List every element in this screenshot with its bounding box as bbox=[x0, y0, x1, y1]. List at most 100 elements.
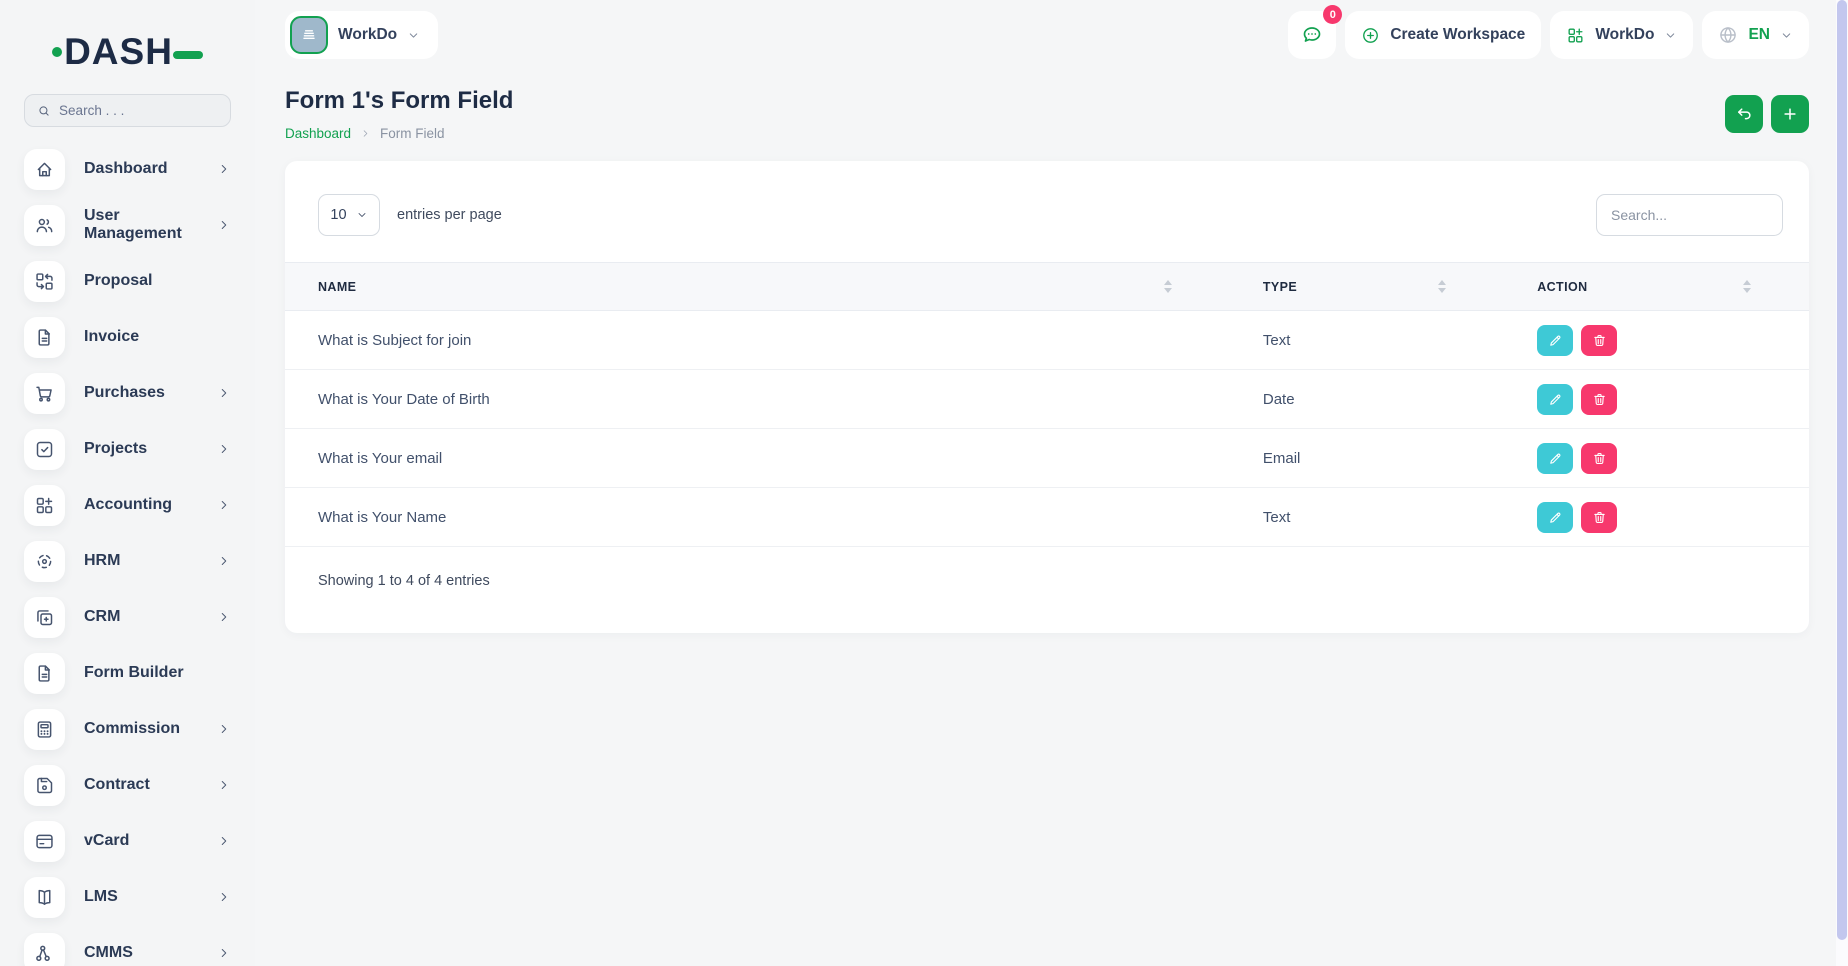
sidebar-search-input[interactable] bbox=[59, 103, 218, 118]
trash-icon bbox=[1592, 333, 1607, 348]
column-label: ACTION bbox=[1537, 280, 1587, 294]
field-type-cell: Text bbox=[1230, 311, 1504, 370]
field-name-cell: What is Subject for join bbox=[285, 311, 1230, 370]
sidebar-item-purchases[interactable]: Purchases bbox=[0, 365, 255, 421]
sidebar-item-cmms[interactable]: CMMS bbox=[0, 925, 255, 966]
sidebar-item-projects[interactable]: Projects bbox=[0, 421, 255, 477]
floppy-icon bbox=[34, 775, 55, 796]
column-label: TYPE bbox=[1263, 280, 1297, 294]
apps-icon-wrap bbox=[24, 485, 65, 526]
sidebar-item-lms[interactable]: LMS bbox=[0, 869, 255, 925]
table-body: What is Subject for joinTextWhat is Your… bbox=[285, 311, 1809, 547]
sidebar-item-label: CMMS bbox=[84, 944, 217, 962]
book-icon bbox=[34, 887, 55, 908]
sidebar-item-dashboard[interactable]: Dashboard bbox=[0, 141, 255, 197]
page-scrollbar[interactable] bbox=[1836, 0, 1848, 966]
column-header-action[interactable]: ACTION bbox=[1504, 263, 1809, 311]
chat-icon bbox=[1300, 23, 1324, 47]
check-square-icon bbox=[34, 439, 55, 460]
file-icon-wrap bbox=[24, 317, 65, 358]
field-type-cell: Email bbox=[1230, 429, 1504, 488]
table-header-row: NAME TYPE ACTION bbox=[285, 263, 1809, 311]
entries-per-page-select[interactable]: 10 bbox=[318, 194, 380, 236]
sidebar-item-label: Proposal bbox=[84, 272, 231, 290]
sidebar: DASH Dashboard User Management Proposal Inv… bbox=[0, 0, 255, 966]
add-form-field-button[interactable] bbox=[1771, 95, 1809, 133]
building-icon bbox=[299, 25, 319, 45]
sidebar-item-label: Commission bbox=[84, 720, 217, 738]
brand-logo[interactable]: DASH bbox=[0, 26, 255, 78]
sidebar-item-accounting[interactable]: Accounting bbox=[0, 477, 255, 533]
plus-circle-icon bbox=[1361, 26, 1380, 45]
chevron-right-icon bbox=[360, 128, 371, 139]
sort-arrows-icon[interactable] bbox=[1743, 280, 1751, 293]
language-selector[interactable]: EN bbox=[1702, 11, 1809, 59]
copy-plus-icon bbox=[34, 607, 55, 628]
form-fields-card: 10 entries per page NAME TYPE ACTION What … bbox=[285, 161, 1809, 633]
delete-button[interactable] bbox=[1581, 443, 1617, 474]
delete-button[interactable] bbox=[1581, 384, 1617, 415]
scrollbar-thumb[interactable] bbox=[1837, 0, 1847, 940]
sort-arrows-icon[interactable] bbox=[1438, 280, 1446, 293]
sidebar-item-label: HRM bbox=[84, 552, 217, 570]
sidebar-item-form-builder[interactable]: Form Builder bbox=[0, 645, 255, 701]
sidebar-search[interactable] bbox=[24, 94, 231, 127]
chevron-right-icon bbox=[217, 946, 231, 960]
entries-per-page-value: 10 bbox=[330, 207, 346, 223]
column-header-name[interactable]: NAME bbox=[285, 263, 1230, 311]
file-icon bbox=[34, 327, 55, 348]
delete-button[interactable] bbox=[1581, 502, 1617, 533]
sidebar-item-contract[interactable]: Contract bbox=[0, 757, 255, 813]
target-icon bbox=[34, 551, 55, 572]
check-square-icon-wrap bbox=[24, 429, 65, 470]
table-controls: 10 entries per page bbox=[285, 194, 1809, 262]
workspace-selector-label: WorkDo bbox=[338, 26, 397, 44]
trash-icon bbox=[1592, 510, 1607, 525]
field-type-cell: Date bbox=[1230, 370, 1504, 429]
sidebar-item-invoice[interactable]: Invoice bbox=[0, 309, 255, 365]
sidebar-item-user-management[interactable]: User Management bbox=[0, 197, 255, 253]
chevron-right-icon bbox=[217, 386, 231, 400]
page-header: Form 1's Form Field Dashboard Form Field bbox=[255, 59, 1848, 141]
home-icon bbox=[34, 159, 55, 180]
edit-button[interactable] bbox=[1537, 384, 1573, 415]
target-icon-wrap bbox=[24, 541, 65, 582]
replace-icon-wrap bbox=[24, 261, 65, 302]
delete-button[interactable] bbox=[1581, 325, 1617, 356]
workspace-menu[interactable]: WorkDo bbox=[1550, 11, 1693, 59]
sort-arrows-icon[interactable] bbox=[1164, 280, 1172, 293]
trash-icon bbox=[1592, 451, 1607, 466]
back-button[interactable] bbox=[1725, 95, 1763, 133]
column-header-type[interactable]: TYPE bbox=[1230, 263, 1504, 311]
sidebar-item-commission[interactable]: Commission bbox=[0, 701, 255, 757]
field-action-cell bbox=[1504, 311, 1809, 370]
pencil-icon bbox=[1548, 510, 1563, 525]
sidebar-item-label: vCard bbox=[84, 832, 217, 850]
copy-plus-icon-wrap bbox=[24, 597, 65, 638]
edit-button[interactable] bbox=[1537, 325, 1573, 356]
edit-button[interactable] bbox=[1537, 502, 1573, 533]
create-workspace-button[interactable]: Create Workspace bbox=[1345, 11, 1541, 59]
sidebar-item-label: Dashboard bbox=[84, 160, 217, 178]
breadcrumb: Dashboard Form Field bbox=[285, 126, 513, 141]
sidebar-item-label: Projects bbox=[84, 440, 217, 458]
table-search-input[interactable] bbox=[1596, 194, 1783, 236]
sidebar-menu: DashboardUser ManagementProposalInvoiceP… bbox=[0, 141, 255, 966]
sidebar-item-proposal[interactable]: Proposal bbox=[0, 253, 255, 309]
globe-icon bbox=[1718, 25, 1738, 45]
home-icon-wrap bbox=[24, 149, 65, 190]
messages-button[interactable]: 0 bbox=[1288, 11, 1336, 59]
sidebar-item-crm[interactable]: CRM bbox=[0, 589, 255, 645]
cart-icon bbox=[34, 383, 55, 404]
sidebar-item-vcard[interactable]: vCard bbox=[0, 813, 255, 869]
sidebar-item-hrm[interactable]: HRM bbox=[0, 533, 255, 589]
breadcrumb-dashboard-link[interactable]: Dashboard bbox=[285, 126, 351, 141]
chevron-right-icon bbox=[217, 554, 231, 568]
edit-button[interactable] bbox=[1537, 443, 1573, 474]
sidebar-item-label: User Management bbox=[84, 207, 217, 243]
chevron-down-icon bbox=[1664, 29, 1677, 42]
field-type-cell: Text bbox=[1230, 488, 1504, 547]
field-action-cell bbox=[1504, 370, 1809, 429]
workspace-selector[interactable]: WorkDo bbox=[285, 11, 438, 59]
users-icon bbox=[34, 215, 55, 236]
